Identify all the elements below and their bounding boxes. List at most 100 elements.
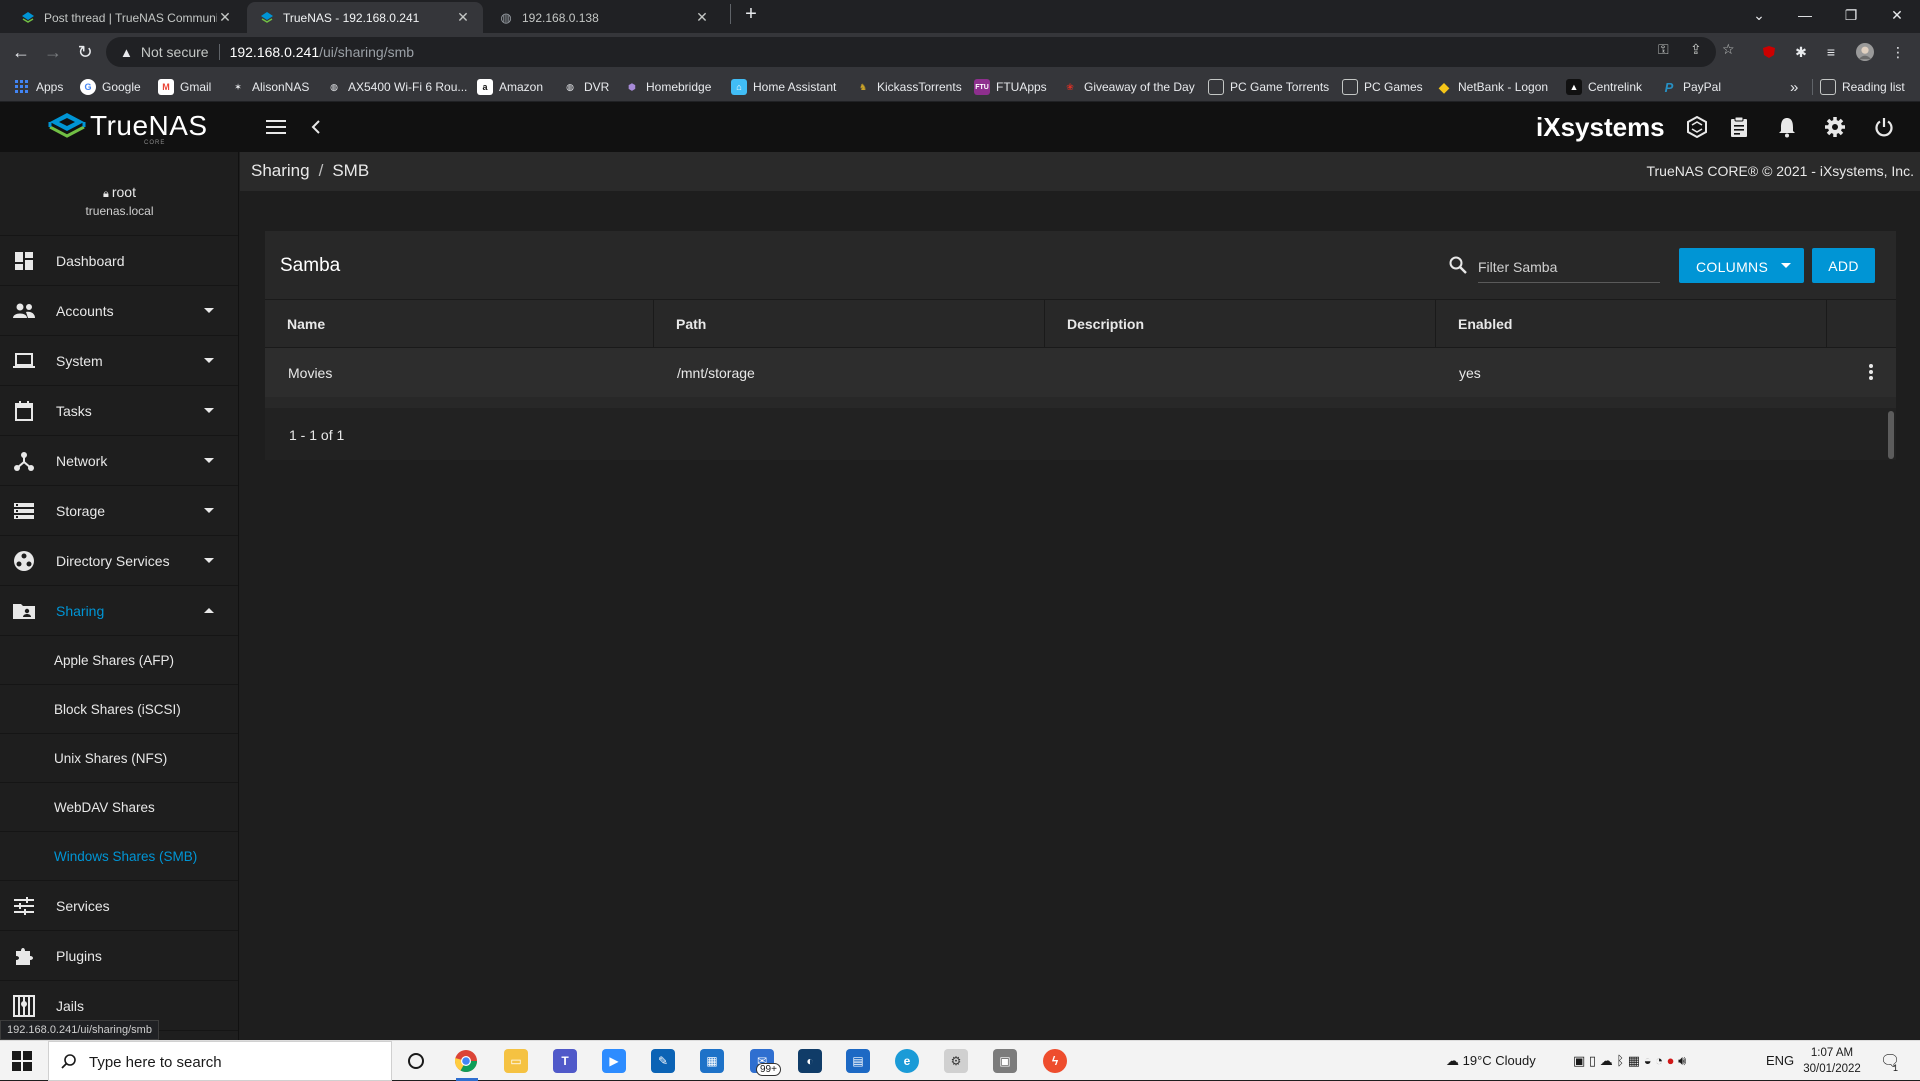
tab-search-icon[interactable]: ⌄ bbox=[1736, 0, 1782, 30]
forward-icon[interactable]: → bbox=[42, 41, 64, 63]
column-header-name[interactable]: Name bbox=[265, 300, 654, 348]
filter-input[interactable] bbox=[1478, 251, 1660, 283]
close-icon[interactable]: ✕ bbox=[694, 9, 710, 26]
browser-tab[interactable]: ◍ 192.168.0.138 ✕ bbox=[486, 2, 722, 33]
restore-icon[interactable]: ❐ bbox=[1828, 0, 1874, 30]
app-icon[interactable]: ◐ bbox=[798, 1049, 822, 1073]
cortana-icon[interactable] bbox=[404, 1049, 428, 1073]
window-close-icon[interactable]: ✕ bbox=[1874, 0, 1920, 30]
bookmarks-overflow[interactable]: » bbox=[1790, 77, 1798, 97]
sidebar-subitem-nfs[interactable]: Unix Shares (NFS) bbox=[0, 734, 238, 783]
edge-icon[interactable]: e bbox=[895, 1049, 919, 1073]
notifications-bell-icon[interactable] bbox=[1774, 114, 1800, 140]
sidebar-item-dashboard[interactable]: Dashboard bbox=[0, 236, 238, 286]
tab-divider bbox=[730, 4, 731, 24]
chevron-left-icon[interactable] bbox=[303, 114, 329, 140]
sidebar-item-system[interactable]: System bbox=[0, 336, 238, 386]
media-control-icon[interactable]: ≡ bbox=[1822, 43, 1840, 61]
reading-list-button[interactable]: Reading list bbox=[1820, 77, 1905, 97]
sidebar-item-label: Dashboard bbox=[56, 252, 125, 269]
bookmark-centrelink[interactable]: ▲ Centrelink bbox=[1566, 77, 1642, 97]
sidebar-item-plugins[interactable]: Plugins bbox=[0, 931, 238, 981]
address-bar[interactable]: ▲ Not secure 192.168.0.241/ui/sharing/sm… bbox=[106, 37, 1716, 67]
browser-tab[interactable]: Post thread | TrueNAS Communit ✕ bbox=[8, 2, 245, 33]
share-icon[interactable]: ⇪ bbox=[1690, 41, 1702, 58]
bookmark-divider bbox=[1812, 79, 1813, 95]
bookmark-star-icon[interactable]: ☆ bbox=[1722, 41, 1735, 58]
bookmark-paypal[interactable]: P PayPal bbox=[1661, 77, 1721, 97]
sidebar-item-services[interactable]: Services bbox=[0, 881, 238, 931]
minimize-icon[interactable]: — bbox=[1782, 0, 1828, 30]
bookmark-apps[interactable]: Apps bbox=[14, 77, 63, 97]
profile-avatar[interactable] bbox=[1856, 43, 1874, 61]
hamburger-menu-icon[interactable] bbox=[263, 114, 289, 140]
truecommand-icon[interactable] bbox=[1684, 114, 1710, 140]
tray-icons[interactable]: ▣ ▯ ☁ ᛒ ▦ ◒ ◔ ● 🔊︎ bbox=[1573, 1053, 1686, 1069]
add-button[interactable]: ADD bbox=[1812, 248, 1875, 283]
bookmark-ftuapps[interactable]: FTU FTUApps bbox=[974, 77, 1047, 97]
sidebar-item-directory-services[interactable]: Directory Services bbox=[0, 536, 238, 586]
bookmark-netbank[interactable]: ◆ NetBank - Logon bbox=[1436, 77, 1548, 97]
column-header-path[interactable]: Path bbox=[654, 300, 1045, 348]
bookmark-gmail[interactable]: M Gmail bbox=[158, 77, 211, 97]
column-header-enabled[interactable]: Enabled bbox=[1436, 300, 1827, 348]
columns-button[interactable]: COLUMNS bbox=[1679, 248, 1804, 283]
paint-icon[interactable]: ✎ bbox=[651, 1049, 675, 1073]
zoom-icon[interactable]: ▶ bbox=[602, 1049, 626, 1073]
table-row[interactable]: Movies /mnt/storage yes bbox=[265, 348, 1896, 397]
power-app-icon[interactable]: ϟ bbox=[1043, 1049, 1067, 1073]
store-icon[interactable]: ▤ bbox=[846, 1049, 870, 1073]
windows-start-icon[interactable] bbox=[12, 1051, 32, 1071]
network-tool-icon[interactable]: ⚙ bbox=[944, 1049, 968, 1073]
sidebar-subitem-webdav[interactable]: WebDAV Shares bbox=[0, 783, 238, 832]
browser-tab-active[interactable]: TrueNAS - 192.168.0.241 ✕ bbox=[247, 2, 483, 33]
row-actions-menu-icon[interactable] bbox=[1861, 362, 1881, 382]
ublock-icon[interactable] bbox=[1760, 43, 1778, 61]
bookmark-giveaway[interactable]: ❀ Giveaway of the Day bbox=[1062, 77, 1195, 97]
bookmark-kickasstorrents[interactable]: ♞ KickassTorrents bbox=[855, 77, 962, 97]
sidebar-subitem-iscsi[interactable]: Block Shares (iSCSI) bbox=[0, 685, 238, 734]
truenas-logo[interactable]: TrueNAS CORE bbox=[48, 110, 208, 146]
column-header-description[interactable]: Description bbox=[1045, 300, 1436, 348]
bookmark-google[interactable]: G Google bbox=[80, 77, 141, 97]
task-manager-clipboard-icon[interactable] bbox=[1726, 114, 1752, 140]
bookmark-alisonnas[interactable]: ✶ AlisonNAS bbox=[230, 77, 309, 97]
truenas-favicon-icon bbox=[259, 10, 275, 26]
chrome-icon[interactable] bbox=[454, 1049, 478, 1073]
bookmark-dvr[interactable]: ◍ DVR bbox=[562, 77, 609, 97]
scrollbar[interactable] bbox=[1888, 411, 1894, 459]
sidebar-subitem-smb[interactable]: Windows Shares (SMB) bbox=[0, 832, 238, 881]
bookmark-amazon[interactable]: a Amazon bbox=[477, 77, 543, 97]
bookmark-pc-game-torrents[interactable]: PC Game Torrents bbox=[1208, 77, 1329, 97]
close-icon[interactable]: ✕ bbox=[217, 9, 233, 26]
bookmark-pc-games[interactable]: PC Games bbox=[1342, 77, 1423, 97]
file-explorer-icon[interactable]: ▭ bbox=[504, 1049, 528, 1073]
new-tab-icon[interactable]: + bbox=[738, 3, 764, 29]
close-icon[interactable]: ✕ bbox=[455, 9, 471, 26]
back-icon[interactable]: ← bbox=[10, 41, 32, 63]
weather-widget[interactable]: ☁ 19°C Cloudy bbox=[1446, 1053, 1536, 1069]
teams-icon[interactable]: T bbox=[553, 1049, 577, 1073]
settings-gear-icon[interactable] bbox=[1822, 114, 1848, 140]
language-indicator[interactable]: ENG bbox=[1766, 1053, 1794, 1068]
calendar-app-icon[interactable]: ▦ bbox=[700, 1049, 724, 1073]
kebab-menu-icon[interactable]: ⋮ bbox=[1889, 43, 1907, 61]
breadcrumb-parent[interactable]: Sharing bbox=[251, 161, 310, 180]
extensions-puzzle-icon[interactable]: ✱ bbox=[1792, 43, 1810, 61]
bookmark-ax5400[interactable]: ◍ AX5400 Wi-Fi 6 Rou... bbox=[326, 77, 467, 97]
power-icon[interactable] bbox=[1871, 114, 1897, 140]
sidebar-subitem-afp[interactable]: Apple Shares (AFP) bbox=[0, 636, 238, 685]
bookmark-homebridge[interactable]: ⬢ Homebridge bbox=[624, 77, 711, 97]
printer-icon[interactable]: ▣ bbox=[993, 1049, 1017, 1073]
clock[interactable]: 1:07 AM 30/01/2022 bbox=[1800, 1045, 1864, 1077]
ixsystems-logo[interactable]: iXsystems bbox=[1536, 112, 1665, 143]
key-icon[interactable]: ⚿ bbox=[1658, 41, 1669, 58]
reload-icon[interactable]: ↻ bbox=[74, 41, 96, 63]
taskbar-search[interactable]: Type here to search bbox=[48, 1041, 392, 1081]
sidebar-item-accounts[interactable]: Accounts bbox=[0, 286, 238, 336]
sidebar-item-sharing[interactable]: Sharing bbox=[0, 586, 238, 636]
bookmark-home-assistant[interactable]: ⌂ Home Assistant bbox=[731, 77, 836, 97]
sidebar-item-storage[interactable]: Storage bbox=[0, 486, 238, 536]
sidebar-item-tasks[interactable]: Tasks bbox=[0, 386, 238, 436]
sidebar-item-network[interactable]: Network bbox=[0, 436, 238, 486]
